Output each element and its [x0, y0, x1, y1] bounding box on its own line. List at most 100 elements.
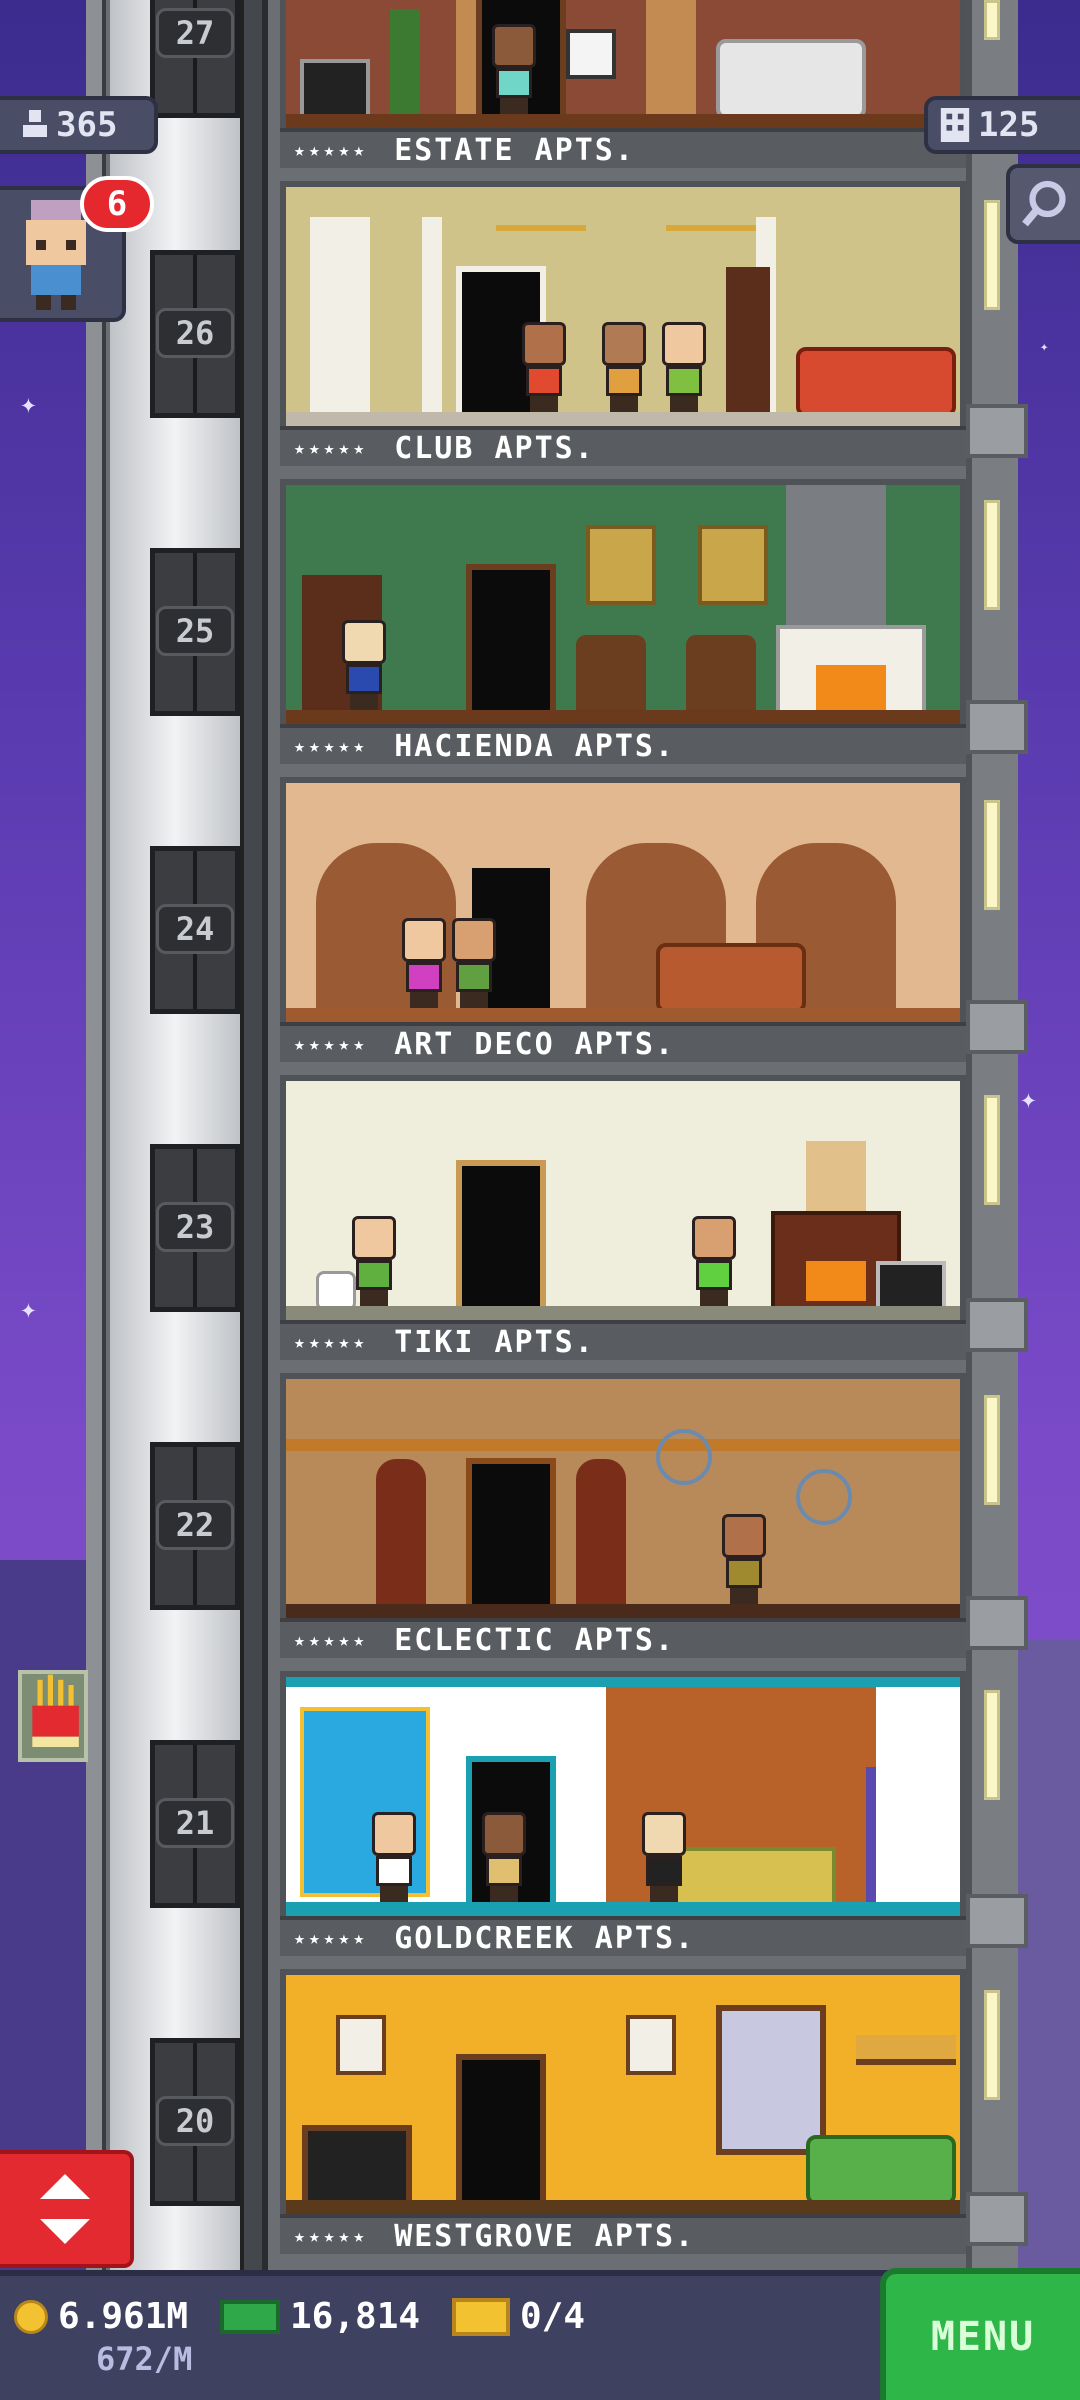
- floor-tiles: [286, 2200, 960, 2214]
- star-icon: ✦: [1040, 339, 1049, 355]
- resident[interactable]: [396, 918, 452, 1008]
- coins-display[interactable]: 6.961M: [14, 2296, 188, 2337]
- floor-name: HACIENDA APTS.: [394, 728, 676, 764]
- bird-cage: [656, 1429, 712, 1485]
- fries-icon: [32, 1674, 79, 1747]
- resident[interactable]: [486, 24, 542, 114]
- floor-tiles: [286, 1008, 960, 1022]
- resident[interactable]: [446, 918, 502, 1008]
- notification-badge: 6: [80, 176, 154, 232]
- star-icon: ✦: [20, 387, 37, 420]
- floor-tiles: [286, 710, 960, 724]
- bird-cage: [796, 1469, 852, 1525]
- floor-name: WESTGROVE APTS.: [394, 2218, 696, 2254]
- beam: [286, 1439, 960, 1451]
- wall-bracket: [966, 404, 1028, 458]
- floor-number: 21: [156, 1798, 234, 1848]
- coin-icon: [14, 2299, 48, 2334]
- building-icon: [940, 108, 970, 142]
- floor-tiles: [286, 114, 960, 128]
- trim: [286, 1677, 960, 1687]
- sofa: [796, 347, 956, 417]
- magnifier-icon: [1022, 180, 1066, 227]
- wall-bracket: [966, 1894, 1028, 1948]
- floor-number: 20: [156, 2096, 234, 2146]
- sofa: [716, 39, 866, 119]
- wall-light: [984, 1395, 1000, 1505]
- floor-label: ★★★★★ ESTATE APTS.: [280, 128, 966, 168]
- coins-value: 6.961M: [58, 2296, 189, 2337]
- resident[interactable]: [656, 322, 712, 412]
- floor-label: ★★★★★ GOLDCREEK APTS.: [280, 1916, 966, 1956]
- tv: [300, 59, 370, 119]
- floor-tiki[interactable]: ★★★★★ TIKI APTS.: [280, 1075, 966, 1373]
- wall-bracket: [966, 2192, 1028, 2246]
- floor-counter[interactable]: 125: [924, 96, 1080, 154]
- elevator-rail-left: [86, 0, 106, 2270]
- apartment-door[interactable]: [466, 564, 556, 724]
- floor-estate[interactable]: ★★★★★ ESTATE APTS.: [280, 0, 966, 181]
- population-value: 365: [56, 105, 118, 145]
- resident[interactable]: [336, 620, 392, 710]
- floor-tiles: [286, 1604, 960, 1618]
- sofa: [656, 943, 806, 1013]
- sofa: [806, 2135, 956, 2205]
- wall-light: [984, 1990, 1000, 2100]
- floor-stars: ★★★★★: [294, 735, 369, 757]
- floor-number: 26: [156, 308, 234, 358]
- room-interior: [280, 1969, 966, 2214]
- tickets-value: 0/4: [520, 2296, 586, 2337]
- resident[interactable]: [346, 1216, 402, 1306]
- chandelier: [496, 191, 586, 231]
- wall-light: [984, 500, 1000, 610]
- floor-hacienda[interactable]: ★★★★★ HACIENDA APTS.: [280, 479, 966, 777]
- search-button[interactable]: [1006, 164, 1080, 244]
- floor-label: ★★★★★ WESTGROVE APTS.: [280, 2214, 966, 2254]
- floor-goldcreek[interactable]: ★★★★★ GOLDCREEK APTS.: [280, 1671, 966, 1969]
- floor-name: CLUB APTS.: [394, 430, 595, 466]
- floor-number: 23: [156, 1202, 234, 1252]
- banknote-icon: [220, 2299, 280, 2334]
- ticket-icon: [452, 2297, 510, 2336]
- resident[interactable]: [716, 1514, 772, 1604]
- wall-bracket: [966, 1298, 1028, 1352]
- resident[interactable]: [516, 322, 572, 412]
- floor-name: ECLECTIC APTS.: [394, 1622, 676, 1658]
- floor-tiles: [286, 412, 960, 426]
- population-counter[interactable]: 365: [0, 96, 158, 154]
- room-interior: [280, 0, 966, 128]
- bookshelf: [726, 267, 770, 417]
- floor-stars: ★★★★★: [294, 1629, 369, 1651]
- apartment-door[interactable]: [466, 1458, 556, 1618]
- floor-westgrove[interactable]: ★★★★★ WESTGROVE APTS.: [280, 1969, 966, 2267]
- resident[interactable]: [366, 1812, 422, 1902]
- column: [310, 217, 370, 426]
- floor-name: TIKI APTS.: [394, 1324, 595, 1360]
- ad-offer-button[interactable]: [18, 1670, 88, 1762]
- bux-display[interactable]: 16,814: [220, 2296, 420, 2337]
- floor-club[interactable]: ★★★★★ CLUB APTS.: [280, 181, 966, 479]
- floor-number: 24: [156, 904, 234, 954]
- floor-eclectic[interactable]: ★★★★★ ECLECTIC APTS.: [280, 1373, 966, 1671]
- apartment-door[interactable]: [456, 2054, 546, 2214]
- floor-stars: ★★★★★: [294, 1033, 369, 1055]
- tickets-display[interactable]: 0/4: [452, 2296, 585, 2337]
- resident[interactable]: [686, 1216, 742, 1306]
- city-silhouette-right: [1010, 1640, 1080, 2270]
- apartment-door[interactable]: [456, 1160, 546, 1320]
- resident[interactable]: [636, 1812, 692, 1902]
- floor-name: ART DECO APTS.: [394, 1026, 676, 1062]
- floor-label: ★★★★★ ECLECTIC APTS.: [280, 1618, 966, 1658]
- floor-art-deco[interactable]: ★★★★★ ART DECO APTS.: [280, 777, 966, 1075]
- resident[interactable]: [596, 322, 652, 412]
- resident[interactable]: [476, 1812, 532, 1902]
- floor-number: 27: [156, 8, 234, 58]
- wall-bracket: [966, 1596, 1028, 1650]
- column: [422, 217, 442, 426]
- floor-number: 22: [156, 1500, 234, 1550]
- floor-name: GOLDCREEK APTS.: [394, 1920, 696, 1956]
- floor-count-value: 125: [978, 105, 1040, 145]
- menu-button[interactable]: MENU: [880, 2268, 1080, 2400]
- elevator-control-button[interactable]: [0, 2150, 134, 2268]
- room-interior: [280, 1373, 966, 1618]
